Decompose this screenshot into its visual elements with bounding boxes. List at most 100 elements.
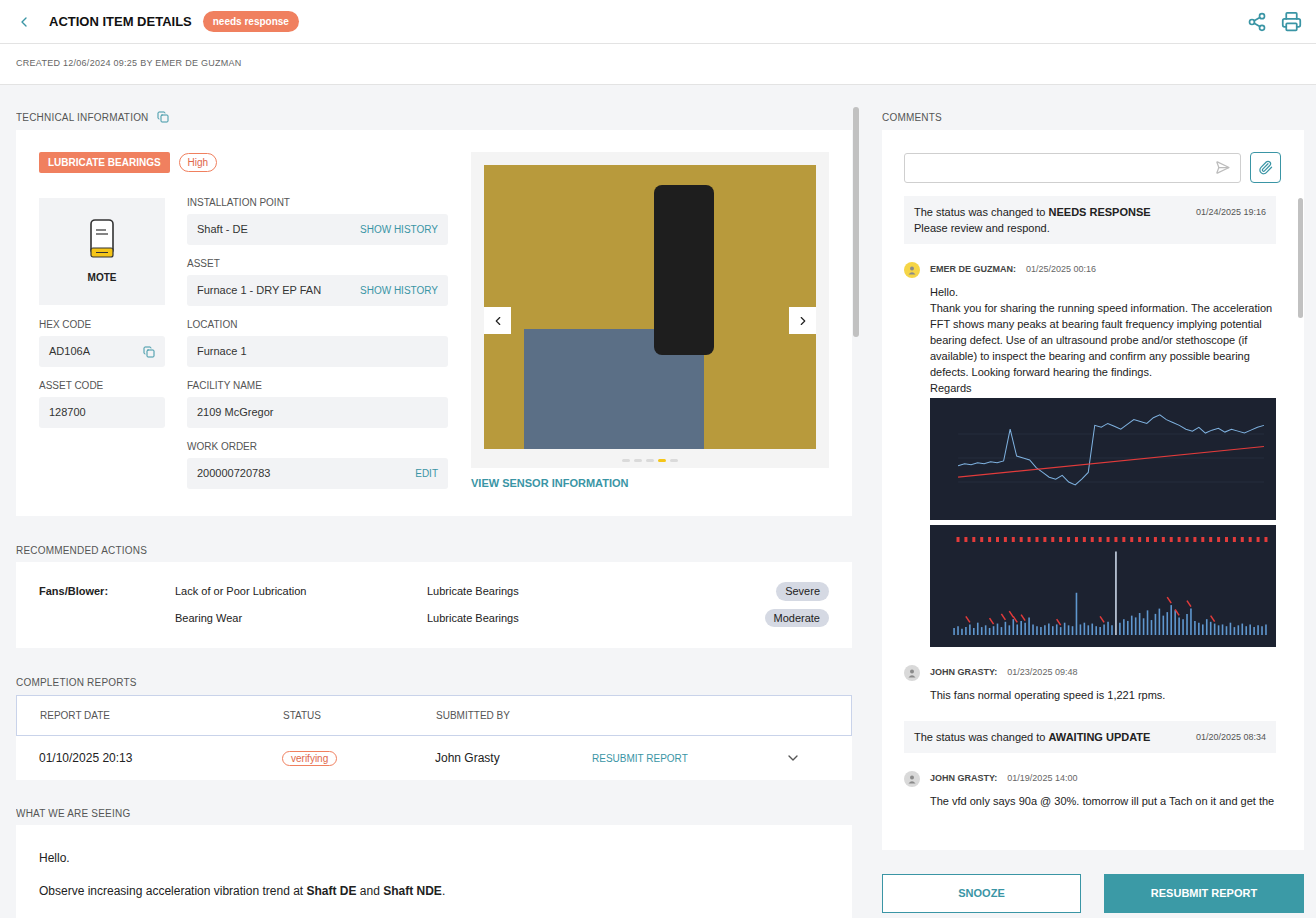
- spectrum-bar: [1119, 623, 1121, 635]
- status-change-entry: The status was changed to NEEDS RESPONSE…: [904, 196, 1276, 244]
- back-icon[interactable]: [16, 14, 32, 30]
- harmonic-cursor: [1249, 537, 1252, 542]
- recommended-row: Fans/Blower:Lack of or Poor LubricationL…: [39, 582, 829, 601]
- spectrum-bar: [1241, 624, 1243, 635]
- peak-arrow: [990, 618, 994, 624]
- column-header: REPORT DATE: [40, 708, 283, 723]
- attach-button[interactable]: [1250, 152, 1281, 183]
- spectrum-bar: [993, 626, 995, 635]
- carousel-dot[interactable]: [634, 459, 642, 462]
- field-link[interactable]: SHOW HISTORY: [360, 283, 438, 298]
- spectrum-bar: [1072, 626, 1074, 635]
- spectrum-bar: [1032, 624, 1034, 635]
- previous-photo-button[interactable]: [484, 307, 511, 334]
- spectrum-bar: [1036, 626, 1038, 635]
- chevron-right-icon: [796, 314, 810, 328]
- spectrum-bar: [1016, 624, 1018, 635]
- status-change-entry: The status was changed to AWAITING UPDAT…: [904, 721, 1276, 753]
- spectrum-bar: [965, 627, 967, 635]
- field-value: Shaft - DE: [197, 221, 248, 238]
- carousel-dot[interactable]: [658, 459, 666, 462]
- harmonic-cursor: [1043, 537, 1046, 542]
- comment-date: 01/24/2025 19:16: [1196, 204, 1266, 220]
- category: Fans/Blower:: [39, 583, 175, 600]
- harmonic-cursor: [988, 537, 991, 542]
- harmonic-cursor: [1138, 537, 1141, 542]
- harmonic-cursor: [1004, 537, 1007, 542]
- harmonic-cursor: [1107, 537, 1110, 542]
- technical-label: TECHNICAL INFORMATION: [16, 109, 852, 125]
- harmonic-cursor: [1099, 537, 1102, 542]
- peak-arrow: [1057, 619, 1061, 625]
- main-area: TECHNICAL INFORMATION LUBRICATE BEARINGS H…: [0, 85, 1316, 918]
- spectrum-bar: [1159, 609, 1161, 635]
- spectrum-bar: [1103, 624, 1105, 635]
- device-box: MOTE: [39, 198, 165, 305]
- view-sensor-link[interactable]: VIEW SENSOR INFORMATION: [471, 475, 829, 492]
- photo-carousel: [471, 152, 829, 468]
- spectrum-bar: [1123, 619, 1125, 635]
- device-column: MOTEHEX CODEAD106AASSET CODE128700: [39, 197, 165, 489]
- spectrum-bar: [1001, 627, 1003, 635]
- info-field: LOCATIONFurnace 1: [187, 319, 448, 367]
- field-link[interactable]: EDIT: [415, 466, 438, 481]
- spectrum-bar: [1151, 620, 1153, 635]
- carousel-dot[interactable]: [646, 459, 654, 462]
- send-icon[interactable]: [1215, 160, 1230, 175]
- resubmit-button[interactable]: RESUBMIT REPORT: [1104, 874, 1304, 913]
- spectrum-bar: [1012, 619, 1014, 635]
- submitted-by: John Grasty: [435, 749, 592, 767]
- resubmit-link[interactable]: RESUBMIT REPORT: [592, 751, 785, 766]
- comments-scrollbar[interactable]: [1298, 196, 1303, 850]
- snooze-button[interactable]: SNOOZE: [882, 874, 1081, 913]
- spectrum-bar: [1163, 616, 1165, 635]
- left-scrollbar[interactable]: [853, 85, 859, 918]
- comment-input[interactable]: [904, 153, 1241, 183]
- spectrum-bar: [1044, 625, 1046, 635]
- comment-body: The vfd only says 90a @ 30%. tomorrow il…: [904, 793, 1276, 809]
- spectrum-bar: [1111, 625, 1113, 635]
- peak-arrow: [1009, 611, 1013, 617]
- copy-icon[interactable]: [157, 111, 169, 123]
- photo-section: VIEW SENSOR INFORMATION: [471, 152, 829, 496]
- spectrum-bar: [1194, 621, 1196, 635]
- comment-date: 01/20/2025 08:34: [1196, 729, 1266, 745]
- spectrum-bar: [1020, 621, 1022, 635]
- spectrum-bar: [1238, 625, 1240, 635]
- action-tag: LUBRICATE BEARINGS: [39, 152, 170, 173]
- completion-label: COMPLETION REPORTS: [16, 674, 852, 690]
- harmonic-cursor: [1091, 537, 1094, 542]
- chevron-down-icon[interactable]: [785, 750, 801, 766]
- print-icon[interactable]: [1281, 11, 1302, 32]
- carousel-dot[interactable]: [622, 459, 630, 462]
- spectrum-bar: [1190, 609, 1192, 635]
- spectrum-bar: [1135, 617, 1137, 635]
- table-row: 01/10/2025 20:13verifyingJohn GrastyRESU…: [16, 736, 852, 780]
- spectrum-bar: [1107, 622, 1109, 635]
- column-header: SUBMITTED BY: [436, 708, 593, 723]
- field-link[interactable]: SHOW HISTORY: [360, 222, 438, 237]
- harmonic-cursor: [996, 537, 999, 542]
- status-change-text: The status was changed to NEEDS RESPONSE: [914, 204, 1151, 220]
- spectrum-bar: [953, 628, 955, 635]
- spectrum-bar: [1261, 626, 1263, 635]
- comment-body: Hello.Thank you for sharing the running …: [904, 284, 1276, 647]
- share-icon[interactable]: [1247, 12, 1267, 32]
- comments-panel: The status was changed to NEEDS RESPONSE…: [882, 130, 1304, 850]
- harmonic-cursor: [1051, 537, 1054, 542]
- copy-icon[interactable]: [143, 346, 155, 358]
- peak-arrow: [1100, 616, 1104, 622]
- seeing-label: WHAT WE ARE SEEING: [16, 805, 852, 821]
- comment-author: EMER DE GUZMAN:: [930, 263, 1016, 277]
- user-comment: EMER DE GUZMAN:01/25/2025 00:16Hello.Tha…: [904, 262, 1276, 647]
- issue: Lack of or Poor Lubrication: [175, 583, 427, 600]
- field-value: 200000720783: [197, 465, 270, 482]
- created-bar: CREATED 12/06/2024 09:25 BY EMER DE GUZM…: [0, 44, 1316, 85]
- spectrum-bar: [1198, 623, 1200, 635]
- carousel-dot[interactable]: [670, 459, 678, 462]
- harmonic-cursor: [1012, 537, 1015, 542]
- harmonic-cursor: [1217, 537, 1220, 542]
- harmonic-cursor: [1122, 537, 1125, 542]
- seeing-greeting: Hello.: [39, 849, 829, 867]
- next-photo-button[interactable]: [789, 307, 816, 334]
